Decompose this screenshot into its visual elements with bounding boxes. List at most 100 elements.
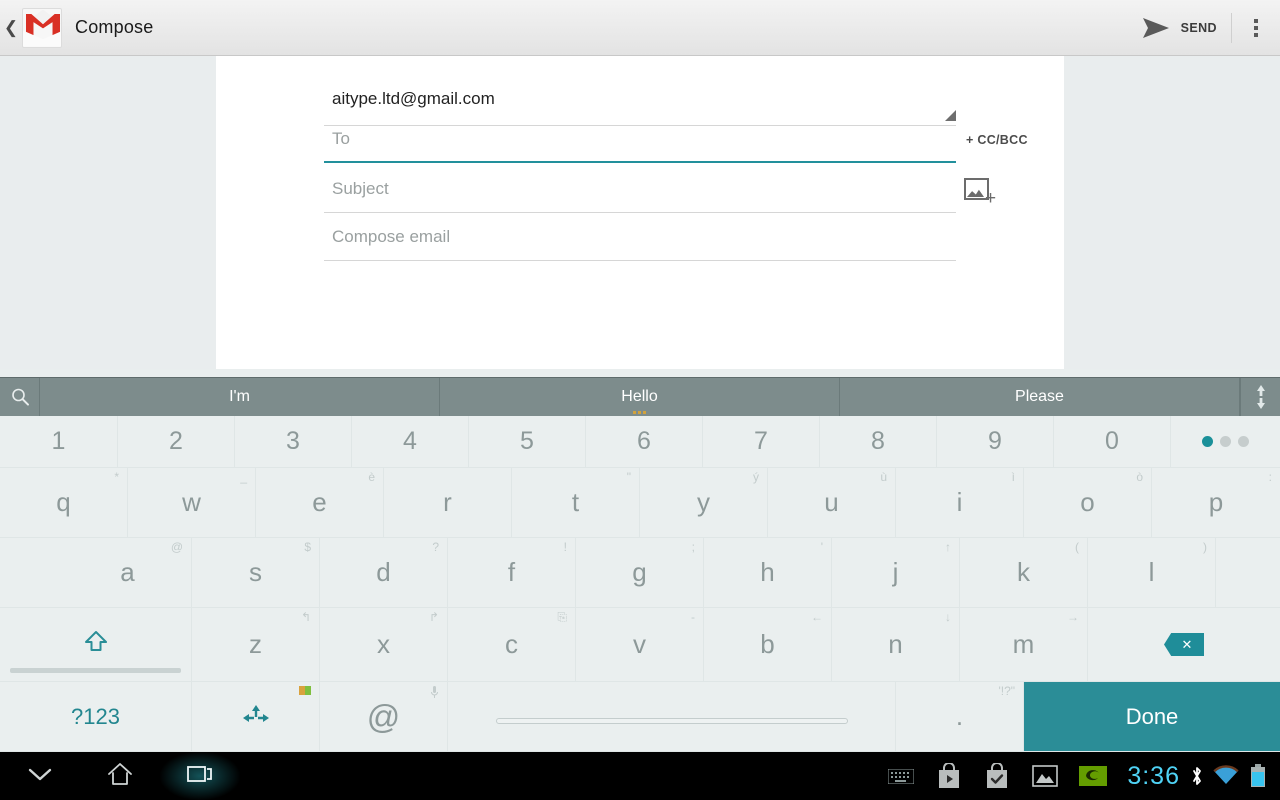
body-field[interactable]: Compose email bbox=[324, 227, 956, 261]
expand-suggestions-icon[interactable] bbox=[1240, 378, 1280, 416]
key-m[interactable]: → m bbox=[960, 608, 1088, 682]
key-s[interactable]: $ s bbox=[192, 538, 320, 608]
to-placeholder: To bbox=[332, 129, 350, 148]
backspace-key[interactable]: ✕ bbox=[1088, 608, 1280, 682]
soft-keyboard: 1 2 3 4 5 6 7 8 9 0 * q _ w èe r " t ýy ùu … bbox=[0, 416, 1280, 752]
battery-icon[interactable] bbox=[1244, 752, 1272, 800]
key-r[interactable]: r bbox=[384, 468, 512, 538]
key-hint: ì bbox=[1011, 470, 1015, 484]
key-u[interactable]: ùu bbox=[768, 468, 896, 538]
key-label: n bbox=[888, 629, 903, 659]
suggestion-strip: I'm Hello Please bbox=[0, 377, 1280, 416]
key-k[interactable]: (k bbox=[960, 538, 1088, 608]
key-label: 9 bbox=[988, 427, 1002, 455]
home-row-left-pad bbox=[0, 538, 64, 608]
key-l[interactable]: ) l bbox=[1088, 538, 1216, 608]
home-button[interactable] bbox=[80, 752, 160, 800]
expand-corner-icon[interactable] bbox=[945, 110, 956, 121]
gmail-logo-icon[interactable] bbox=[22, 7, 62, 48]
key-label: 7 bbox=[754, 427, 768, 455]
key-at[interactable]: @ bbox=[320, 682, 448, 752]
key-n[interactable]: ↓ n bbox=[832, 608, 960, 682]
key-1[interactable]: 1 bbox=[0, 416, 118, 468]
from-field[interactable]: aitype.ltd@gmail.com bbox=[324, 76, 956, 126]
key-g[interactable]: ; g bbox=[576, 538, 704, 608]
key-period[interactable]: '!?" . bbox=[896, 682, 1024, 752]
subject-field[interactable]: Subject bbox=[324, 179, 956, 213]
key-q[interactable]: * q bbox=[0, 468, 128, 538]
cc-bcc-button[interactable]: + CC/BCC bbox=[966, 133, 1028, 147]
nvidia-logo-icon[interactable] bbox=[1069, 752, 1117, 800]
key-label: p bbox=[1208, 487, 1224, 517]
key-f[interactable]: ! f bbox=[448, 538, 576, 608]
key-z[interactable]: ↰ z bbox=[192, 608, 320, 682]
android-screen: ❮ Compose SEND aitype.ltd@gmail.com To S… bbox=[0, 0, 1280, 800]
bluetooth-icon[interactable] bbox=[1186, 752, 1208, 800]
space-key[interactable] bbox=[448, 682, 896, 752]
key-label: y bbox=[697, 487, 710, 517]
key-5[interactable]: 5 bbox=[469, 416, 586, 468]
key-j[interactable]: ↑ j bbox=[832, 538, 960, 608]
key-h[interactable]: ' h bbox=[704, 538, 832, 608]
key-hint: ⎘ bbox=[557, 610, 567, 624]
keyboard-row-bottom: ?123 @ '!?" . Done bbox=[0, 682, 1280, 752]
hide-keyboard-button[interactable] bbox=[0, 752, 80, 800]
key-o[interactable]: òo bbox=[1024, 468, 1152, 538]
key-8[interactable]: 8 bbox=[820, 416, 937, 468]
suggestion-item[interactable]: Please bbox=[840, 378, 1240, 416]
add-image-icon[interactable]: + bbox=[964, 178, 998, 210]
screenshot-image-icon[interactable] bbox=[1021, 752, 1069, 800]
play-store-icon[interactable] bbox=[925, 752, 973, 800]
key-t[interactable]: " t bbox=[512, 468, 640, 538]
key-label: c bbox=[505, 629, 518, 659]
key-label: 6 bbox=[637, 427, 651, 455]
key-y[interactable]: ýy bbox=[640, 468, 768, 538]
key-v[interactable]: -v bbox=[576, 608, 704, 682]
key-i[interactable]: ìi bbox=[896, 468, 1024, 538]
symbols-key[interactable]: ?123 bbox=[0, 682, 192, 752]
overflow-menu-icon[interactable] bbox=[1232, 0, 1280, 56]
key-label: 4 bbox=[403, 427, 417, 455]
app-installed-icon[interactable] bbox=[973, 752, 1021, 800]
key-6[interactable]: 6 bbox=[586, 416, 703, 468]
key-label: Done bbox=[1125, 703, 1179, 729]
shift-key[interactable] bbox=[0, 608, 192, 682]
page-indicator[interactable] bbox=[1171, 416, 1280, 468]
key-a[interactable]: @ a bbox=[64, 538, 192, 608]
key-p[interactable]: :p bbox=[1152, 468, 1280, 538]
key-w[interactable]: _ w bbox=[128, 468, 256, 538]
wifi-icon[interactable] bbox=[1208, 752, 1244, 800]
key-b[interactable]: ← b bbox=[704, 608, 832, 682]
key-hint: ↱ bbox=[428, 610, 439, 624]
key-label: o bbox=[1080, 487, 1095, 517]
key-7[interactable]: 7 bbox=[703, 416, 820, 468]
key-label: r bbox=[443, 487, 452, 517]
key-9[interactable]: 9 bbox=[937, 416, 1054, 468]
key-hint: ) bbox=[1203, 540, 1207, 554]
send-button[interactable]: SEND bbox=[1132, 0, 1231, 56]
suggestion-dots-icon bbox=[633, 411, 646, 414]
done-key[interactable]: Done bbox=[1024, 682, 1280, 752]
search-icon[interactable] bbox=[0, 378, 40, 416]
key-x[interactable]: ↱ x bbox=[320, 608, 448, 682]
key-0[interactable]: 0 bbox=[1054, 416, 1171, 468]
key-c[interactable]: ⎘ c bbox=[448, 608, 576, 682]
recents-button[interactable] bbox=[160, 752, 240, 800]
key-label: i bbox=[956, 487, 963, 517]
cursor-arrows-key[interactable] bbox=[192, 682, 320, 752]
back-chevron-icon[interactable]: ❮ bbox=[2, 19, 20, 36]
suggestion-item[interactable]: I'm bbox=[40, 378, 440, 416]
key-3[interactable]: 3 bbox=[235, 416, 352, 468]
key-e[interactable]: èe bbox=[256, 468, 384, 538]
recents-icon bbox=[185, 761, 215, 792]
key-label: u bbox=[824, 487, 839, 517]
keyboard-indicator-icon[interactable] bbox=[877, 752, 925, 800]
key-2[interactable]: 2 bbox=[118, 416, 235, 468]
to-field[interactable]: To bbox=[324, 129, 956, 163]
key-d[interactable]: ? d bbox=[320, 538, 448, 608]
key-hint: : bbox=[1268, 470, 1272, 484]
suggestion-item[interactable]: Hello bbox=[440, 378, 840, 416]
key-hint: ↰ bbox=[300, 610, 311, 624]
key-4[interactable]: 4 bbox=[352, 416, 469, 468]
chevron-down-icon bbox=[25, 764, 55, 789]
